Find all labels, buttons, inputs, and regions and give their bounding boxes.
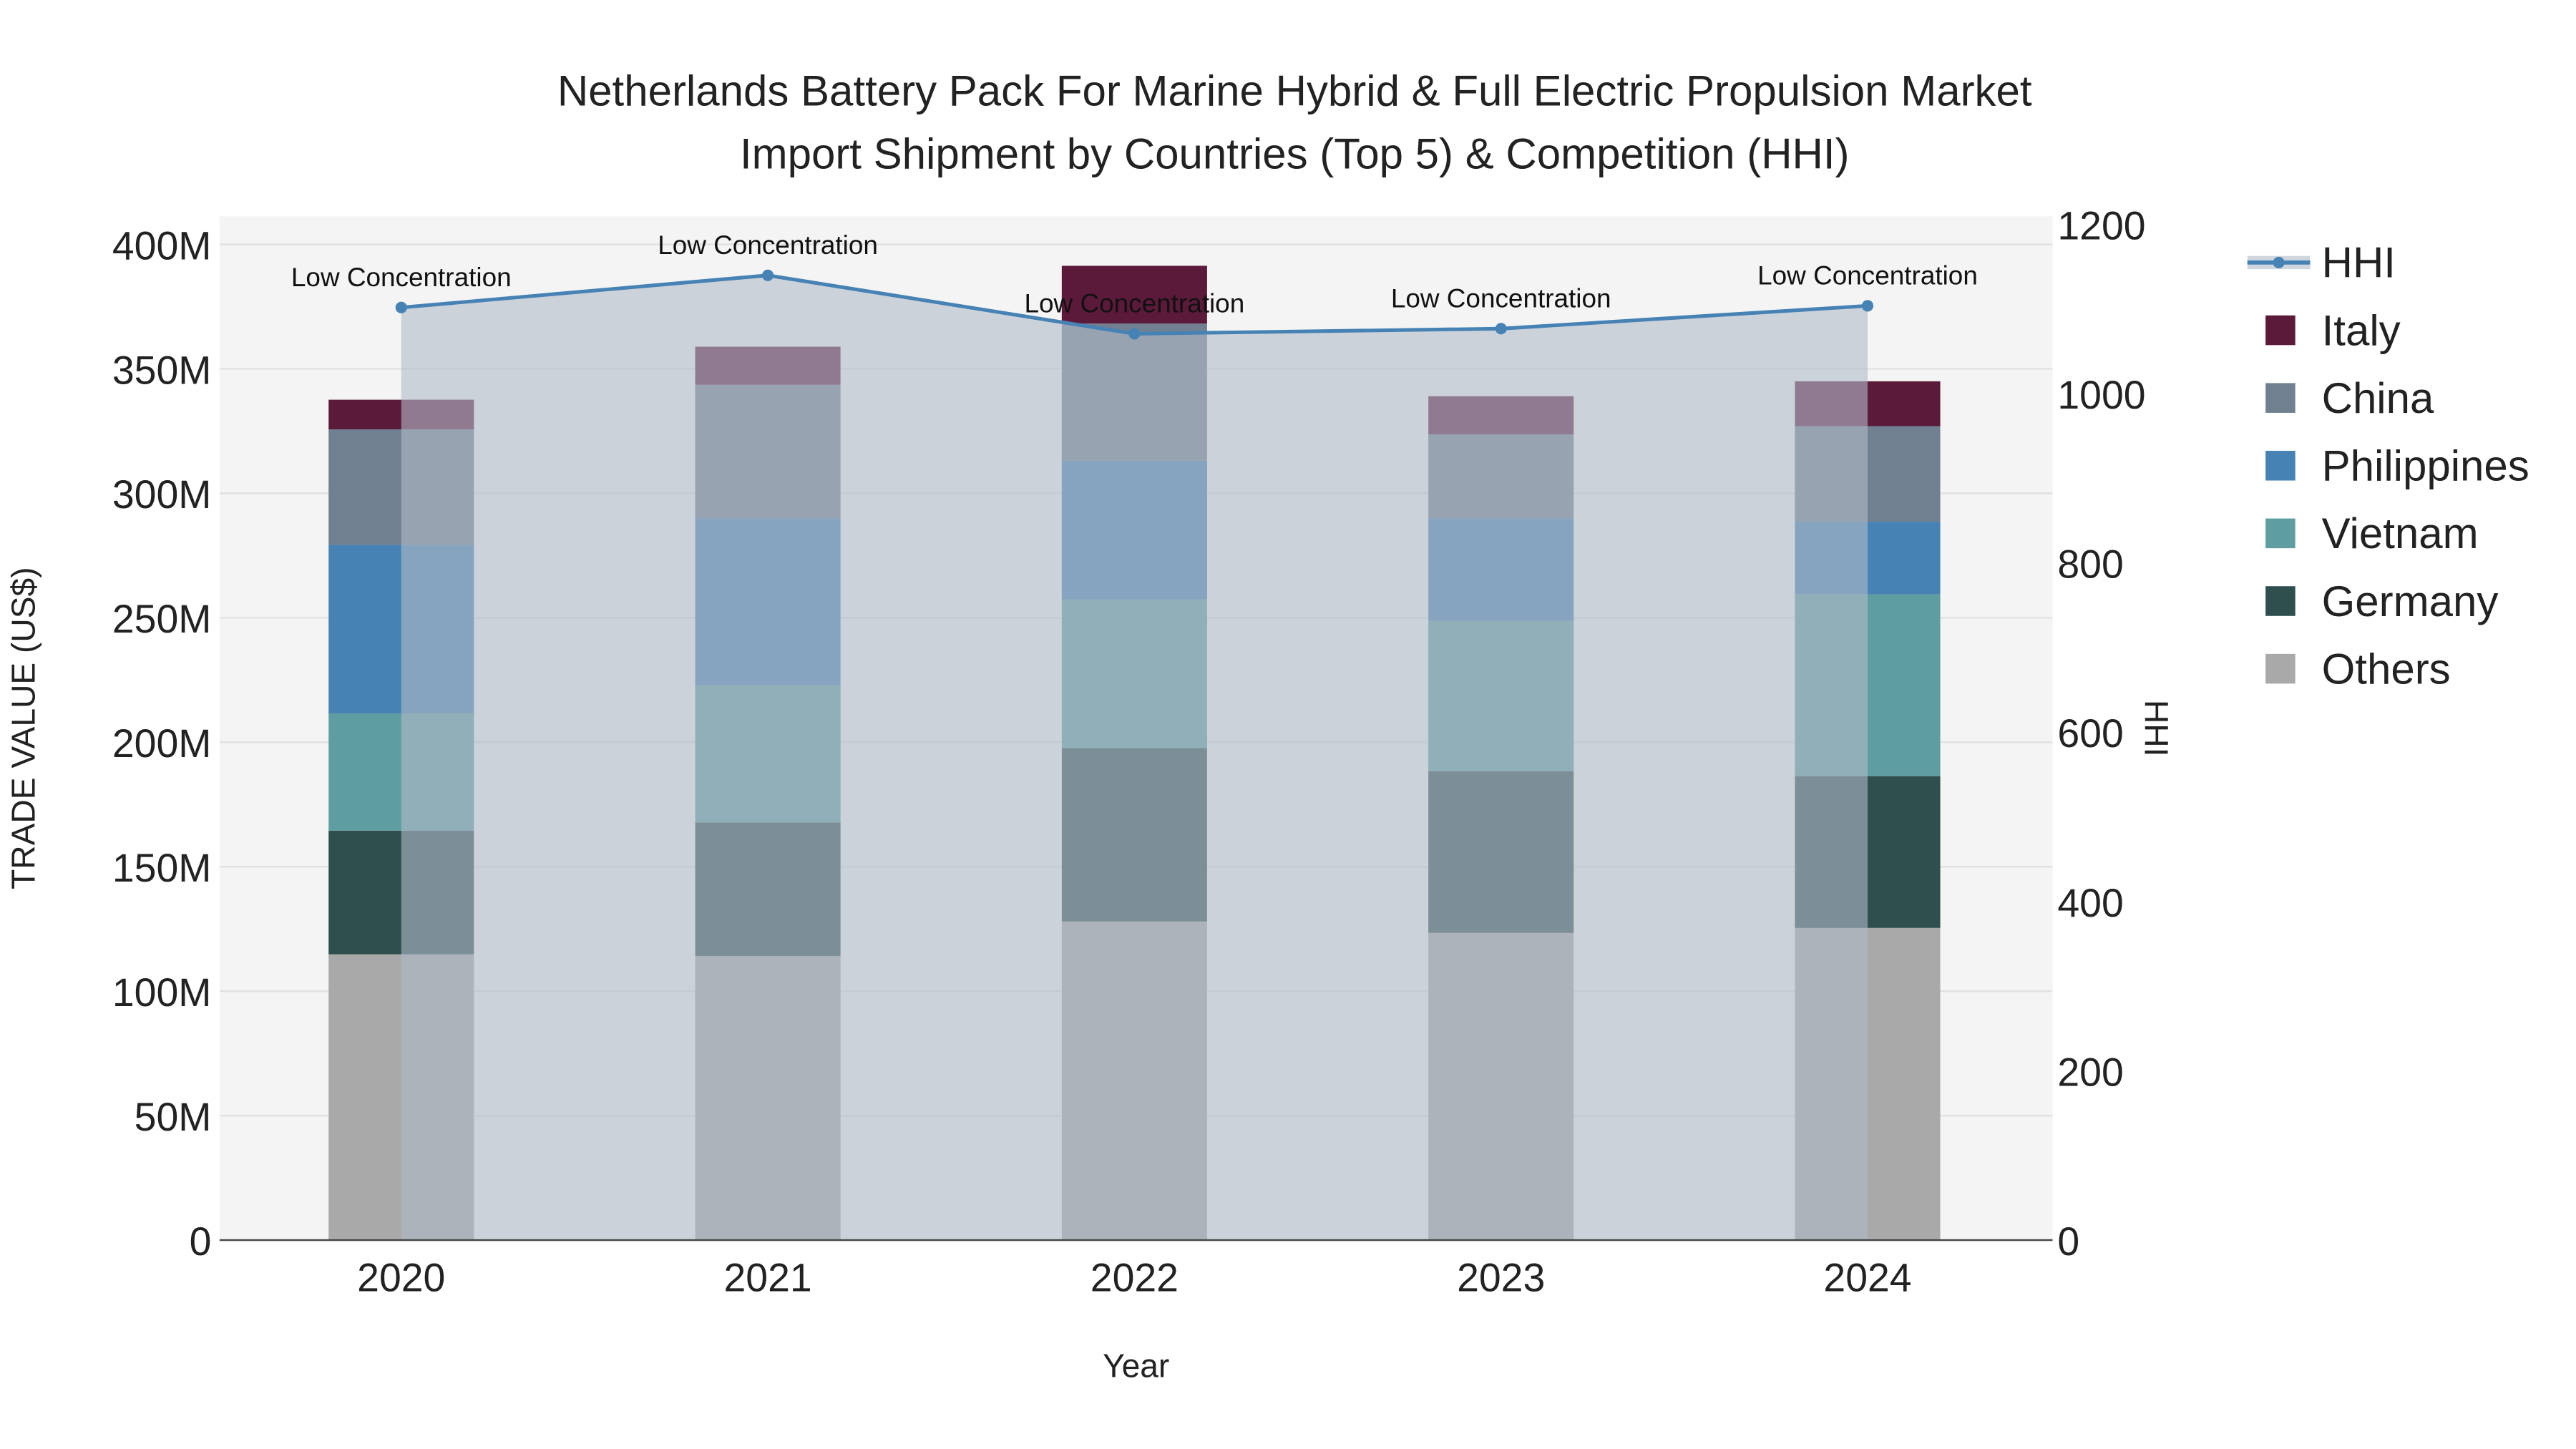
y-tick-label: 200M (112, 721, 212, 766)
x-tick-label: 2024 (1823, 1256, 1911, 1300)
y2-tick-label: 1000 (2057, 373, 2145, 417)
x-tick-label: 2022 (1091, 1256, 1179, 1300)
hhi-series: Low Concentration Low Concentration Low Co… (291, 230, 1978, 1241)
y-tick-label: 0 (190, 1219, 212, 1264)
x-tick-label: 2021 (723, 1256, 811, 1300)
x-tick-label: 2023 (1457, 1256, 1545, 1300)
y2-tick-label: 800 (2057, 542, 2123, 587)
hhi-point (1861, 300, 1874, 312)
hhi-annotation: Low Concentration (291, 263, 512, 292)
y2-axis-title: HHI (2138, 700, 2175, 756)
legend-swatch-china (2265, 383, 2296, 413)
hhi-point (395, 301, 407, 313)
hhi-annotation: Low Concentration (1391, 283, 1611, 313)
y2-tick-label: 0 (2057, 1219, 2079, 1264)
y2-axis-ticks: 0 200 400 600 800 1000 1200 (2057, 204, 2145, 1264)
hhi-annotation: Low Concentration (1757, 260, 1978, 290)
legend-label-hhi: HHI (2322, 239, 2396, 287)
y-axis-title: TRADE VALUE (US$) (4, 567, 42, 889)
chart-title: Netherlands Battery Pack For Marine Hybr… (557, 67, 2032, 115)
legend-swatch-germany (2265, 586, 2296, 616)
x-axis-title: Year (1103, 1347, 1169, 1385)
y-tick-label: 100M (112, 970, 212, 1015)
hhi-point (762, 269, 774, 281)
legend-swatch-italy (2265, 315, 2296, 346)
legend-swatch-hhi-marker (2273, 256, 2285, 268)
legend-label-china: China (2322, 374, 2434, 422)
legend-label-vietnam: Vietnam (2322, 509, 2479, 557)
y-tick-label: 150M (112, 846, 212, 890)
y2-tick-label: 400 (2057, 881, 2123, 925)
hhi-point (1495, 323, 1507, 335)
chart-subtitle: Import Shipment by Countries (Top 5) & C… (740, 130, 1850, 177)
y2-tick-label: 600 (2057, 711, 2123, 756)
legend-swatch-philippines (2265, 451, 2296, 481)
chart: Low Concentration Low Concentration Low Co… (4, 67, 2529, 1385)
legend-label-philippines: Philippines (2322, 442, 2529, 490)
y2-tick-label: 1200 (2057, 204, 2145, 248)
y-axis-ticks: 0 50M 100M 150M 200M 250M 300M 350M 400M (112, 223, 212, 1264)
y-tick-label: 400M (112, 223, 212, 268)
hhi-annotation: Low Concentration (1025, 288, 1245, 318)
x-axis-ticks: 2020 2021 2022 2023 2024 (357, 1256, 1911, 1300)
legend-label-others: Others (2322, 645, 2451, 693)
legend-label-germany: Germany (2322, 577, 2499, 625)
x-tick-label: 2020 (357, 1256, 445, 1300)
hhi-area (401, 275, 1868, 1241)
hhi-annotation: Low Concentration (658, 230, 878, 260)
legend-swatch-vietnam (2265, 518, 2296, 549)
legend: HHI Italy China Philippines Vietnam Germany Ot… (2247, 239, 2529, 693)
hhi-point (1128, 328, 1141, 340)
y-tick-label: 250M (112, 597, 212, 641)
legend-swatch-others (2265, 653, 2296, 684)
y2-tick-label: 200 (2057, 1050, 2123, 1094)
y-tick-label: 50M (135, 1095, 212, 1139)
y-tick-label: 350M (112, 348, 212, 392)
legend-label-italy: Italy (2322, 306, 2401, 354)
y-tick-label: 300M (112, 472, 212, 517)
